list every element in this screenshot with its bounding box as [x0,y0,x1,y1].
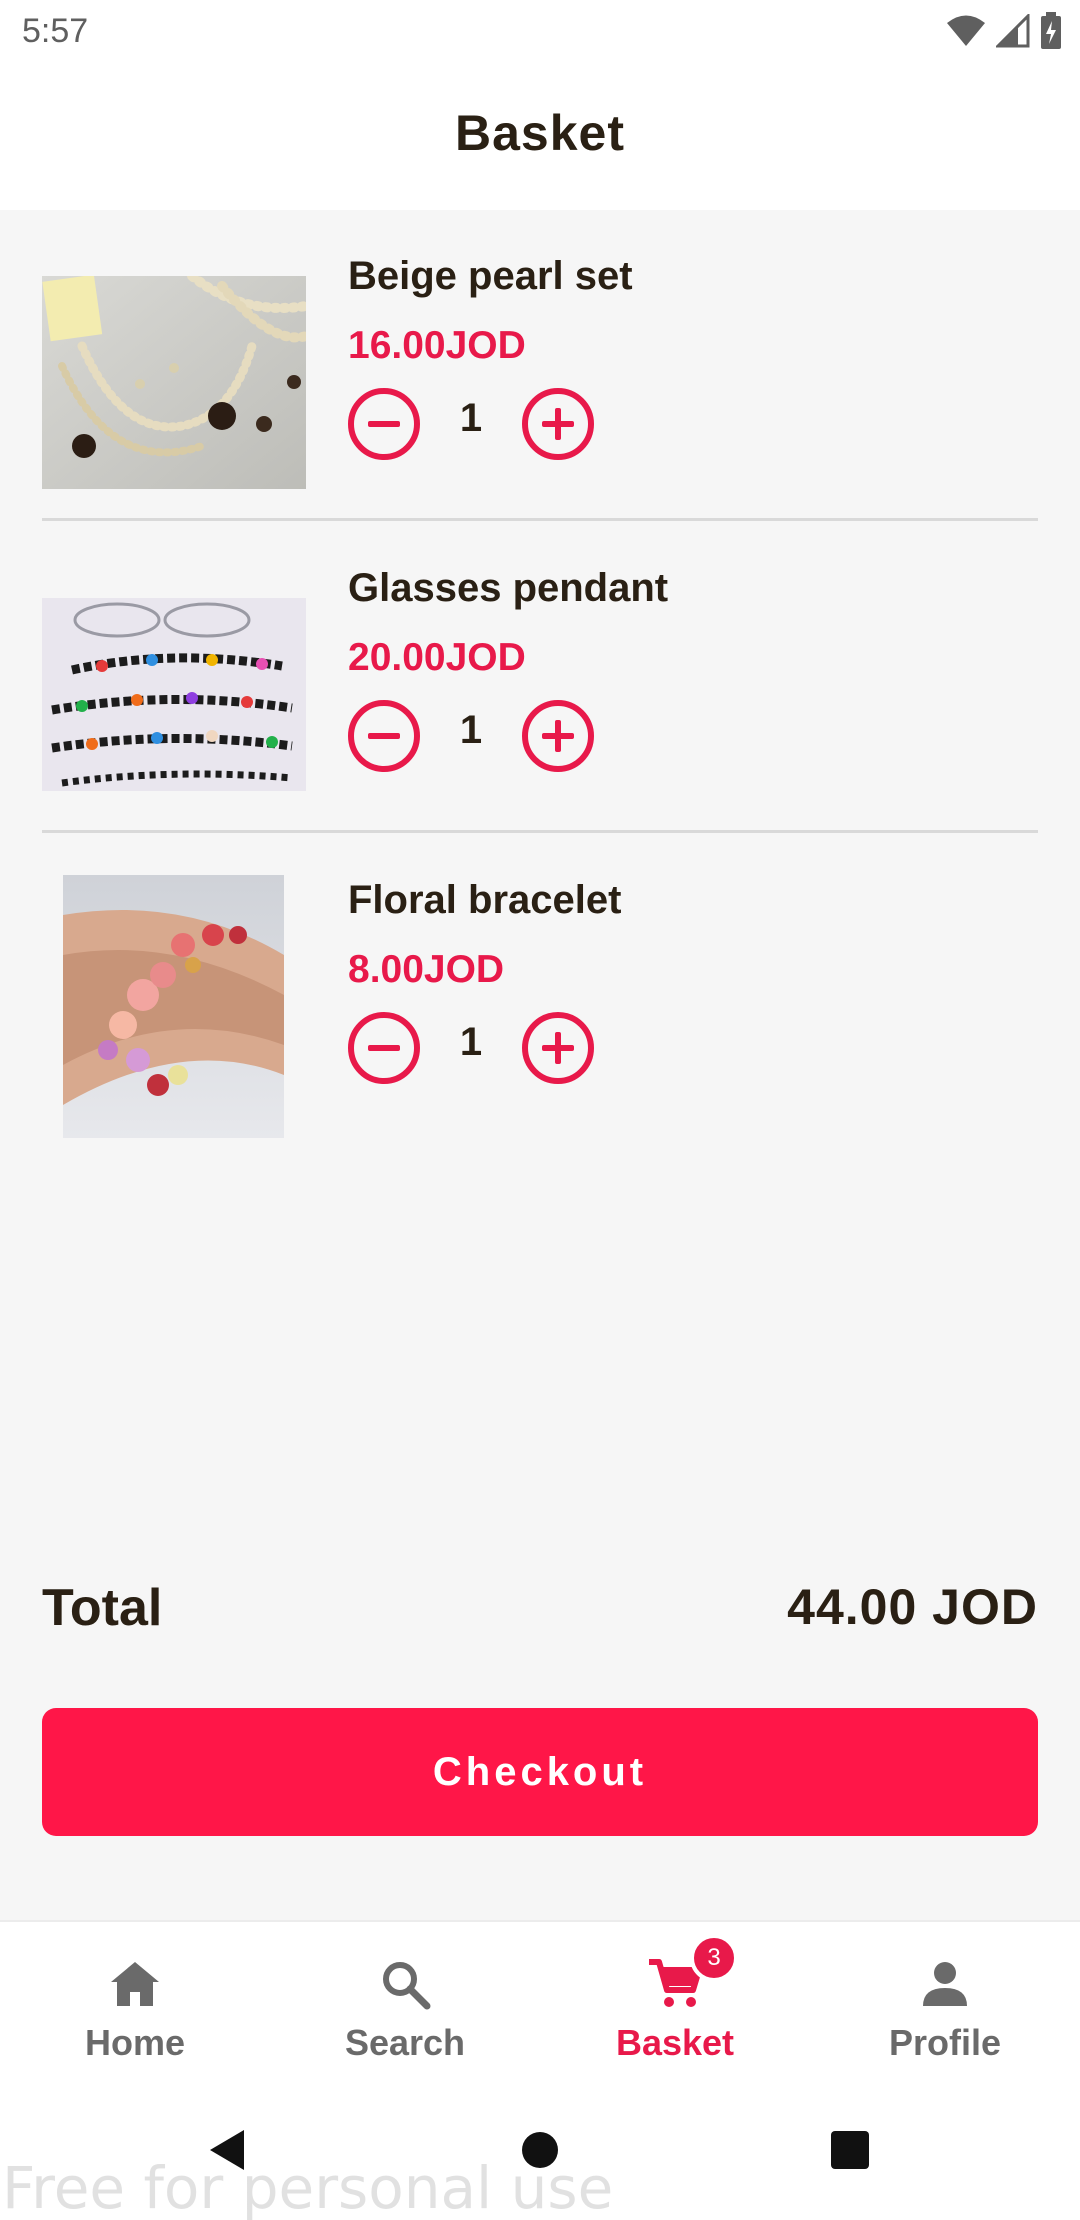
watermark-text: Free for personal use [2,2154,614,2220]
nav-label: Basket [615,2022,735,2063]
quantity-stepper: 1 [348,1012,608,1084]
basket-item: Floral bracelet 8.00JOD 1 [42,860,1038,1172]
signal-icon [996,14,1030,48]
minus-icon [368,421,400,427]
quantity-stepper: 1 [348,700,608,772]
cart-count-badge: 3 [690,1934,738,1982]
plus-icon-vertical [555,720,561,752]
nav-label: Home [84,2022,186,2063]
nav-label: Profile [888,2022,1002,2063]
search-icon [383,1962,431,2010]
status-bar: 5:57 [0,0,1080,62]
plus-icon-vertical [555,1032,561,1064]
increase-quantity-button[interactable] [522,388,594,460]
nav-item-search[interactable]: Search [270,1922,540,2082]
page-title: Basket [455,105,625,161]
item-image-glasses-pendant [42,598,306,791]
item-name: Glasses pendant [348,566,669,610]
minus-icon [368,733,400,739]
item-name: Beige pearl set [348,254,633,298]
item-name: Floral bracelet [348,878,622,922]
item-image-pearl-set [42,276,306,489]
total-label: Total [42,1579,163,1637]
item-price: 8.00JOD [348,948,505,991]
total-value: 44.00 JOD [787,1579,1038,1635]
decrease-quantity-button[interactable] [348,388,420,460]
home-icon [111,1962,159,2006]
nav-label: Search [344,2022,466,2063]
item-price: 20.00JOD [348,636,526,679]
item-divider [42,518,1038,521]
nav-item-profile[interactable]: Profile [810,1922,1080,2082]
quantity-value: 1 [459,1020,483,1064]
battery-icon [1041,12,1061,49]
wifi-icon [947,15,985,46]
bottom-nav: Home Search 3 Basket Profile [0,1920,1080,2080]
item-divider [42,830,1038,833]
quantity-stepper: 1 [348,388,608,460]
status-time: 5:57 [22,12,89,50]
quantity-value: 1 [459,396,483,440]
person-icon [923,1962,967,2006]
status-icons [946,12,1062,50]
minus-icon [368,1045,400,1051]
decrease-quantity-button[interactable] [348,700,420,772]
increase-quantity-button[interactable] [522,700,594,772]
quantity-value: 1 [459,708,483,752]
app-header: Basket [0,62,1080,210]
plus-icon-vertical [555,408,561,440]
item-price: 16.00JOD [348,324,526,367]
item-image-floral-bracelet [63,875,284,1138]
decrease-quantity-button[interactable] [348,1012,420,1084]
increase-quantity-button[interactable] [522,1012,594,1084]
basket-item: Beige pearl set 16.00JOD 1 [42,236,1038,548]
basket-item: Glasses pendant 20.00JOD 1 [42,548,1038,860]
checkout-button[interactable]: Checkout [42,1708,1038,1836]
recents-icon[interactable] [830,2128,870,2172]
nav-item-home[interactable]: Home [0,1922,270,2082]
nav-item-basket[interactable]: 3 Basket [540,1922,810,2082]
